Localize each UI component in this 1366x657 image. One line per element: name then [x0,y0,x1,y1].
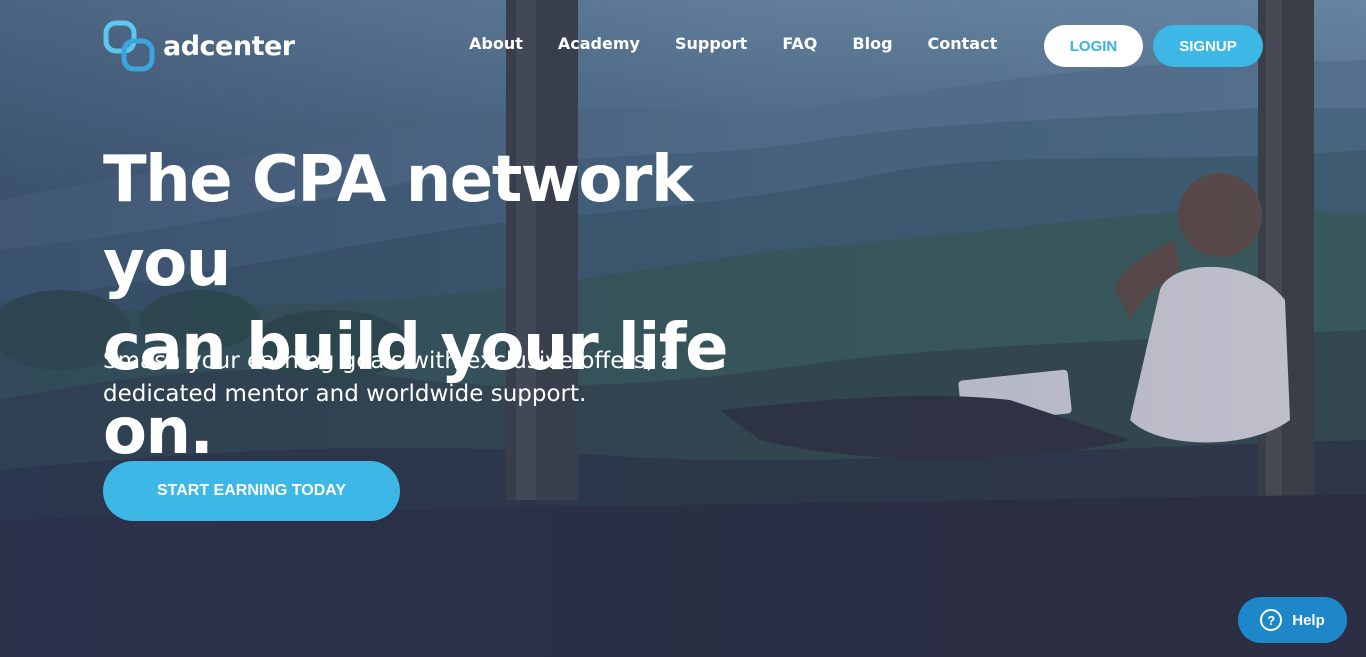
nav-item-about[interactable]: About [469,34,523,53]
main-nav: About Academy Support FAQ Blog Contact [469,34,1032,53]
nav-item-support[interactable]: Support [675,34,747,53]
hero-subtext-line-1: Smash your earning goals with exclusive … [103,348,675,374]
hero-headline-line-1: The CPA network you [103,143,694,301]
signup-button[interactable]: SIGNUP [1153,25,1263,67]
hero-section: adcenter About Academy Support FAQ Blog … [0,0,1366,657]
question-circle-icon: ? [1260,609,1283,631]
nav-item-blog[interactable]: Blog [852,34,892,53]
start-earning-button[interactable]: START EARNING TODAY [103,461,400,521]
brand-logo[interactable]: adcenter [103,19,295,73]
help-button[interactable]: ? Help [1238,597,1347,643]
hero-headline: The CPA network you can build your life … [103,138,823,474]
help-label: Help [1292,611,1325,629]
nav-item-academy[interactable]: Academy [558,34,640,53]
brand-name: adcenter [163,30,295,62]
nav-item-faq[interactable]: FAQ [782,34,817,53]
hero-subtext-line-2: dedicated mentor and worldwide support. [103,381,587,407]
nav-item-contact[interactable]: Contact [928,34,998,53]
interlocking-rings-logo-icon [103,20,155,72]
login-button[interactable]: LOGIN [1044,25,1143,67]
hero-subtext: Smash your earning goals with exclusive … [103,345,743,411]
